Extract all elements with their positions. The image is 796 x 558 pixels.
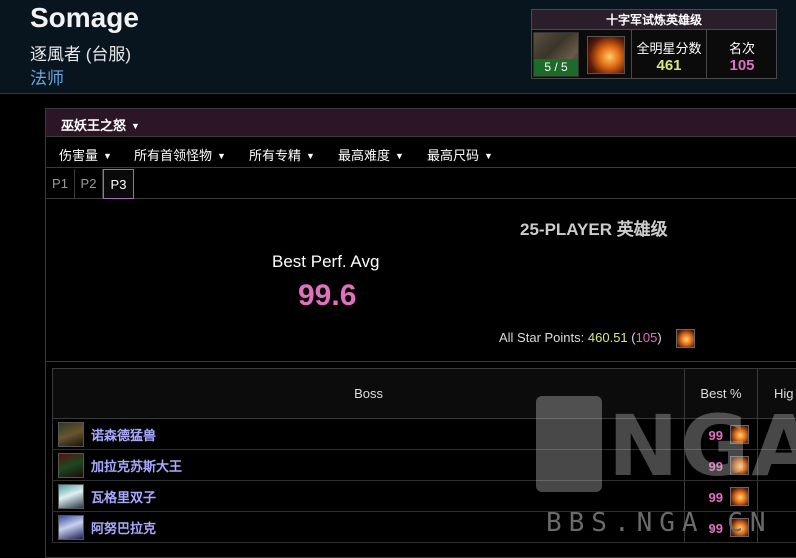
rank-label: 名次 <box>728 41 755 56</box>
divider <box>46 361 796 362</box>
chevron-down-icon: ▼ <box>131 121 140 131</box>
filter-metric-dropdown[interactable]: 伤害量 ▼ <box>59 145 112 164</box>
boss-portrait-icon <box>58 484 84 509</box>
boss-portrait-icon <box>58 453 84 478</box>
chevron-down-icon: ▼ <box>306 151 315 161</box>
zone-bar: 巫妖王之怒 ▼ <box>46 109 796 137</box>
chevron-down-icon: ▼ <box>484 151 493 161</box>
filter-spec-dropdown[interactable]: 所有专精 ▼ <box>249 145 315 164</box>
allstar-value: 461 <box>656 57 682 74</box>
boss-name-link[interactable]: 瓦格里双子 <box>91 490 156 505</box>
zone-label: 巫妖王之怒 <box>61 118 127 133</box>
boss-name-link[interactable]: 加拉克苏斯大王 <box>91 459 182 474</box>
boss-portrait-icon <box>58 515 84 540</box>
filter-size-dropdown[interactable]: 最高尺码 ▼ <box>427 145 493 164</box>
player-server: 逐風者 (台服) <box>30 45 132 64</box>
fire-spell-icon <box>587 36 625 74</box>
watermark-url: BBS.NGA.CN <box>546 508 773 538</box>
boss-portrait-icon <box>58 422 84 447</box>
player-class[interactable]: 法师 <box>30 64 64 89</box>
asp-label: All Star Points: <box>499 330 585 345</box>
tab-p1[interactable]: P1 <box>46 169 75 199</box>
filter-boss-dropdown[interactable]: 所有首领怪物 ▼ <box>134 145 226 164</box>
watermark-logo-text: NGA <box>608 397 796 495</box>
filter-difficulty-dropdown[interactable]: 最高难度 ▼ <box>338 145 404 164</box>
allstar-label: 全明星分数 <box>636 41 702 56</box>
raid-summary-title[interactable]: 十字军试炼英雄级 <box>532 10 776 30</box>
fire-spell-icon[interactable] <box>676 329 695 348</box>
best-perf-label: Best Perf. Avg <box>272 252 380 271</box>
all-star-points-line: All Star Points: 460.51 (105) <box>499 330 662 345</box>
chevron-down-icon: ▼ <box>217 151 226 161</box>
raid-thumbnail[interactable]: 5 / 5 <box>533 32 579 77</box>
chevron-down-icon: ▼ <box>395 151 404 161</box>
character-header: Somage 逐風者 (台服) 法师 十字军试炼英雄级 5 / 5 全明星分数 … <box>0 0 796 94</box>
asp-rank: 105 <box>635 330 658 345</box>
asp-points: 460.51 <box>587 330 628 345</box>
player-name: Somage <box>30 2 139 33</box>
kill-count-badge: 5 / 5 <box>534 59 578 76</box>
raid-summary-box: 十字军试炼英雄级 5 / 5 全明星分数 461 名次 105 <box>531 9 777 79</box>
rank-value: 105 <box>729 57 755 74</box>
boss-name-link[interactable]: 诺森德猛兽 <box>91 428 156 443</box>
difficulty-title: 25-PLAYER 英雄级 <box>520 220 668 239</box>
chevron-down-icon: ▼ <box>103 151 112 161</box>
tab-p3[interactable]: P3 <box>103 169 134 199</box>
partition-tabs: P1 P2 P3 <box>46 169 796 199</box>
zone-dropdown[interactable]: 巫妖王之怒 ▼ <box>61 115 140 134</box>
filter-bar: 伤害量 ▼ 所有首领怪物 ▼ 所有专精 ▼ 最高难度 ▼ 最高尺码 ▼ <box>46 138 796 168</box>
nga-watermark: NGA <box>536 396 796 500</box>
boss-name-link[interactable]: 阿努巴拉克 <box>91 521 156 536</box>
paw-logo-icon <box>536 396 602 492</box>
best-perf-value: 99.6 <box>298 279 357 312</box>
tab-p2[interactable]: P2 <box>75 169 103 199</box>
